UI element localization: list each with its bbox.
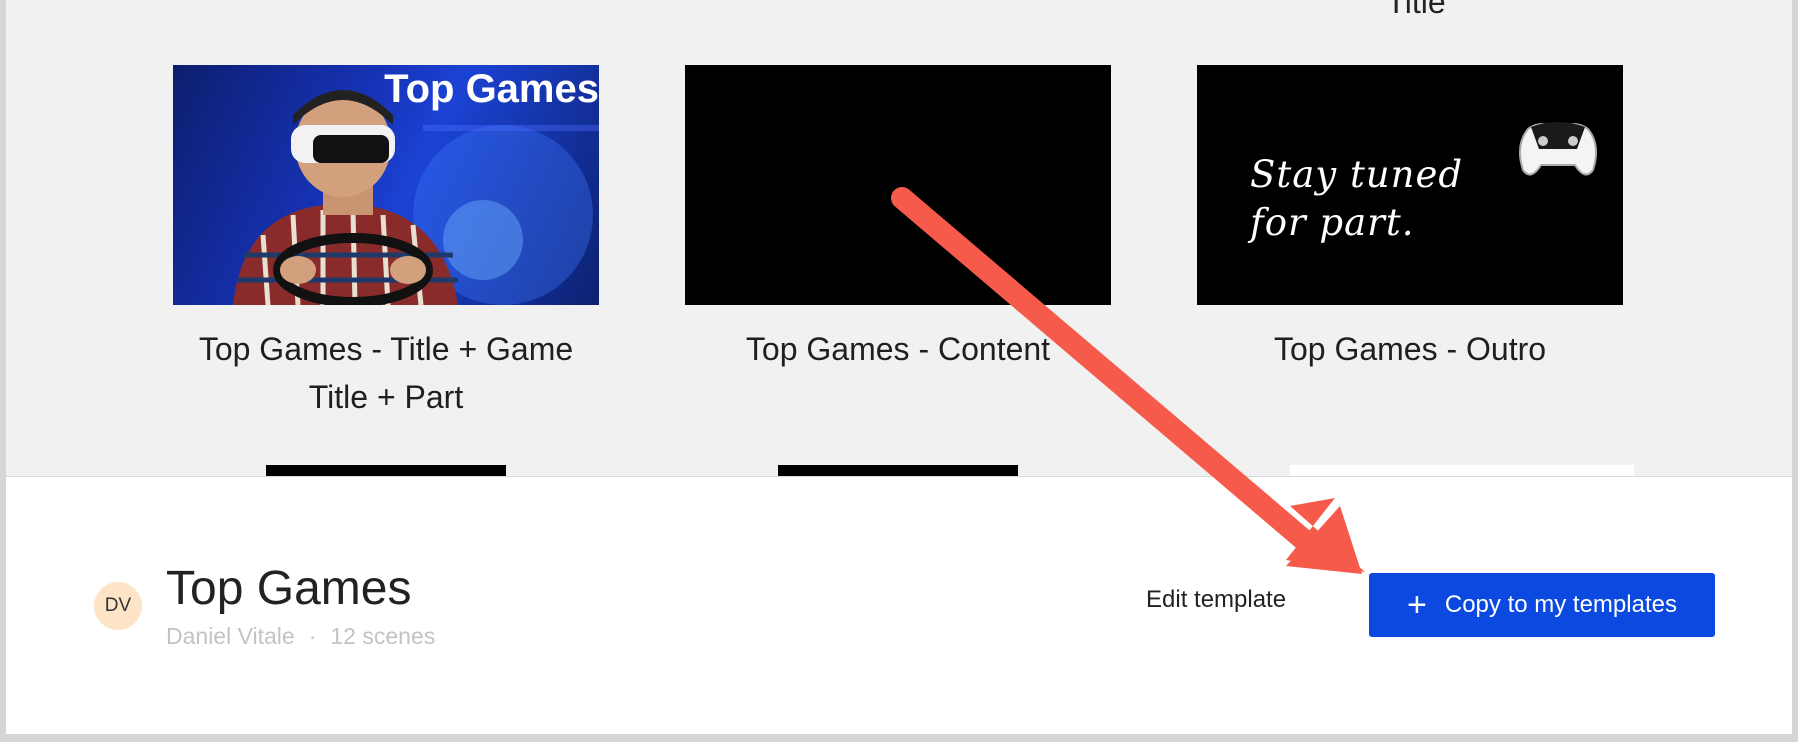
scene-gallery[interactable]: Title Top Games Top Games - Title + Game… (6, 0, 1792, 477)
gamepad-icon (1518, 122, 1598, 176)
avatar: DV (94, 582, 142, 630)
scene-thumbnail-title[interactable]: Top Games (173, 65, 599, 305)
copy-button-label: Copy to my templates (1444, 591, 1677, 618)
scene-card-content[interactable]: Top Games - Content (685, 65, 1111, 373)
meta-separator: · (308, 623, 317, 649)
partial-scene-caption: Title (1386, 0, 1446, 20)
next-row-thumbnail[interactable] (778, 465, 1018, 476)
next-row-thumbnail[interactable] (1290, 465, 1634, 476)
scene-thumbnail-outro[interactable]: Stay tuned for part. (1197, 65, 1623, 305)
thumbnail-outro-text: Stay tuned for part. (1250, 153, 1464, 244)
scene-thumbnail-content[interactable] (685, 65, 1111, 305)
next-row-thumbnail[interactable] (266, 465, 506, 476)
author-name: Daniel Vitale (166, 623, 295, 649)
scene-card-outro[interactable]: Stay tuned for part. Top Games - Outro (1197, 65, 1623, 373)
template-footer: DV Top Games Daniel Vitale · 12 scenes E… (6, 477, 1792, 734)
copy-to-my-templates-button[interactable]: + Copy to my templates (1369, 573, 1715, 637)
scene-caption: Top Games - Content (745, 331, 1051, 367)
edit-template-button[interactable]: Edit template (1146, 586, 1286, 614)
template-title: Top Games (166, 562, 412, 615)
scene-card-title[interactable]: Top Games Top Games - Title + Game Title… (173, 65, 599, 421)
thumbnail-title-text: Top Games (384, 67, 599, 111)
scene-count: 12 scenes (330, 623, 436, 649)
scene-caption: Top Games - Outro (1273, 331, 1547, 367)
template-preview-panel: Title Top Games Top Games - Title + Game… (6, 0, 1792, 734)
plus-icon: + (1407, 586, 1427, 624)
template-meta: Daniel Vitale · 12 scenes (166, 623, 435, 650)
scene-caption: Top Games - Title + Game Title + Part (198, 331, 574, 415)
